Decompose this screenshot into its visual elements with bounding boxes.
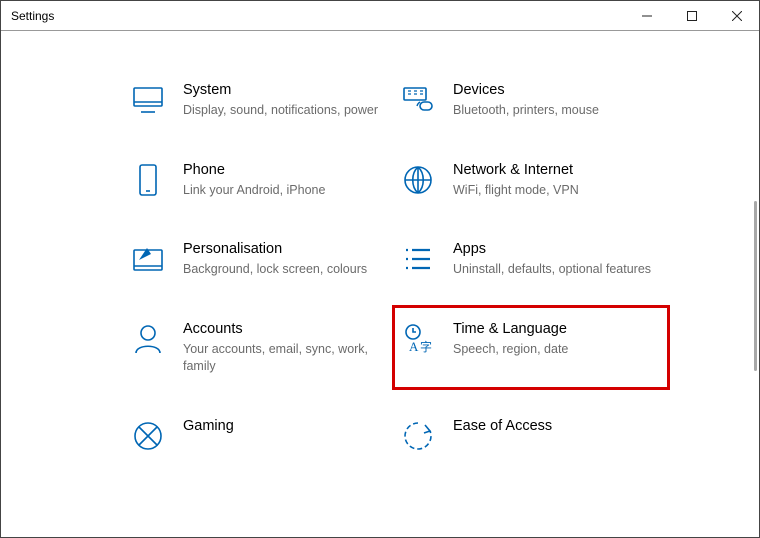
settings-tile-network[interactable]: Network & Internet WiFi, flight mode, VP…	[401, 161, 661, 199]
settings-grid: System Display, sound, notifications, po…	[131, 81, 759, 453]
tile-label: Ease of Access	[453, 417, 655, 436]
settings-tile-ease-of-access[interactable]: Ease of Access	[401, 417, 661, 453]
tile-desc: Bluetooth, printers, mouse	[453, 102, 655, 119]
settings-tile-system[interactable]: System Display, sound, notifications, po…	[131, 81, 391, 119]
tile-label: Apps	[453, 240, 655, 259]
settings-tile-gaming[interactable]: Gaming	[131, 417, 391, 453]
window-title: Settings	[1, 9, 54, 23]
tile-label: Time & Language	[453, 320, 655, 339]
settings-tile-personalisation[interactable]: Personalisation Background, lock screen,…	[131, 240, 391, 278]
tile-desc: Background, lock screen, colours	[183, 261, 385, 278]
tile-label: Network & Internet	[453, 161, 655, 180]
ease-of-access-icon	[401, 419, 435, 453]
tile-label: Devices	[453, 81, 655, 100]
maximize-button[interactable]	[669, 1, 714, 30]
tile-desc: Display, sound, notifications, power	[183, 102, 385, 119]
tile-label: System	[183, 81, 385, 100]
svg-text:A: A	[409, 339, 419, 354]
network-icon	[401, 163, 435, 197]
system-icon	[131, 83, 165, 117]
settings-tile-apps[interactable]: Apps Uninstall, defaults, optional featu…	[401, 240, 661, 278]
scrollbar[interactable]	[754, 201, 757, 371]
devices-icon	[401, 83, 435, 117]
phone-icon	[131, 163, 165, 197]
settings-tile-time-language[interactable]: A 字 Time & Language Speech, region, date	[401, 314, 661, 381]
accounts-icon	[131, 322, 165, 356]
settings-tile-devices[interactable]: Devices Bluetooth, printers, mouse	[401, 81, 661, 119]
tile-desc: WiFi, flight mode, VPN	[453, 182, 655, 199]
settings-tile-accounts[interactable]: Accounts Your accounts, email, sync, wor…	[131, 320, 391, 375]
titlebar: Settings	[1, 1, 759, 31]
settings-content: System Display, sound, notifications, po…	[1, 31, 759, 537]
svg-text:字: 字	[420, 339, 432, 354]
personalisation-icon	[131, 242, 165, 276]
tile-label: Personalisation	[183, 240, 385, 259]
tile-desc: Uninstall, defaults, optional features	[453, 261, 655, 278]
tile-label: Phone	[183, 161, 385, 180]
minimize-button[interactable]	[624, 1, 669, 30]
tile-desc: Link your Android, iPhone	[183, 182, 385, 199]
tile-desc: Your accounts, email, sync, work, family	[183, 341, 385, 375]
apps-icon	[401, 242, 435, 276]
tile-label: Accounts	[183, 320, 385, 339]
gaming-icon	[131, 419, 165, 453]
tile-label: Gaming	[183, 417, 385, 436]
tile-desc: Speech, region, date	[453, 341, 655, 358]
settings-tile-phone[interactable]: Phone Link your Android, iPhone	[131, 161, 391, 199]
close-button[interactable]	[714, 1, 759, 30]
time-language-icon: A 字	[401, 322, 435, 356]
